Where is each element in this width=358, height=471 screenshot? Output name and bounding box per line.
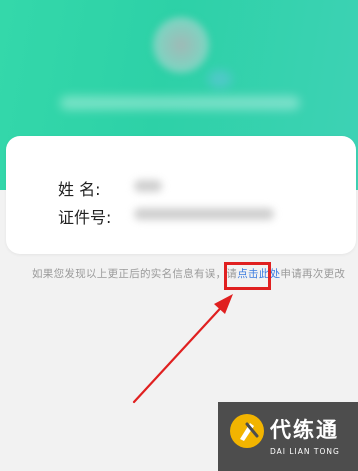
- pointer-arrow: [132, 294, 233, 404]
- logo-icon: [230, 414, 264, 448]
- watermark-logo: 代练通 DAI LIAN TONG: [218, 402, 358, 471]
- logo-chinese-text: 代练通: [270, 418, 339, 442]
- logo-english-text: DAI LIAN TONG: [270, 447, 340, 456]
